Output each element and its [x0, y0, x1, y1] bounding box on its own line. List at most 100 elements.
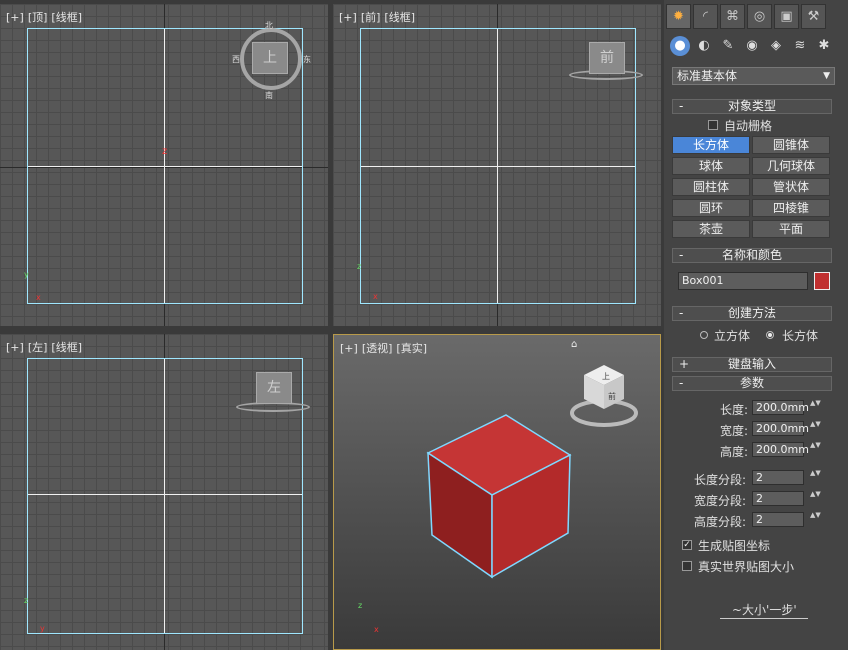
- length-spinner[interactable]: ▲▼: [810, 400, 821, 415]
- rollout-object-type[interactable]: - 对象类型: [672, 99, 832, 114]
- rollout-title: 名称和颜色: [721, 248, 782, 262]
- viewport-front[interactable]: [+] [前] [线框] 前 z x: [333, 4, 661, 326]
- hierarchy-tab-icon[interactable]: ⌘: [720, 4, 745, 29]
- height-segs-label: 高度分段:: [694, 515, 747, 529]
- box-radio[interactable]: [766, 331, 774, 339]
- axis-z-label: z: [357, 262, 362, 271]
- object-color-swatch[interactable]: [814, 272, 830, 290]
- viewport-menu[interactable]: [+]: [339, 11, 357, 24]
- command-tabs: ✹ ◜ ⌘ ◎ ▣ ⚒: [666, 4, 826, 29]
- length-segs-spinner[interactable]: ▲▼: [810, 470, 821, 485]
- collapse-icon: -: [679, 376, 684, 390]
- viewport-shading-mode[interactable]: [线框]: [384, 11, 415, 24]
- shapes-icon[interactable]: ◐: [694, 36, 714, 56]
- cube-radio-label: 立方体: [714, 329, 751, 343]
- collapse-icon: -: [679, 248, 684, 262]
- viewport-view-name[interactable]: [透视]: [362, 342, 393, 355]
- pyramid-button[interactable]: 四棱锥: [752, 199, 830, 217]
- height-field[interactable]: 200.0mm: [752, 442, 809, 457]
- axis-x-label: x: [374, 625, 379, 634]
- viewport-menu[interactable]: [+]: [6, 341, 24, 354]
- width-segs-label: 宽度分段:: [694, 494, 747, 508]
- rollout-parameters[interactable]: - 参数: [672, 376, 832, 391]
- command-panel: ✹ ◜ ⌘ ◎ ▣ ⚒ ● ◐ ✎ ◉ ◈ ≋ ✱ 标准基本体 ▼ - 对象类型…: [664, 0, 848, 650]
- geosphere-button[interactable]: 几何球体: [752, 157, 830, 175]
- viewport-shading-mode[interactable]: [真实]: [396, 342, 427, 355]
- width-label: 宽度:: [720, 424, 749, 438]
- box001-object[interactable]: [424, 411, 574, 581]
- compass-east: 东: [303, 55, 311, 64]
- axis-y-label: y: [24, 270, 29, 279]
- collapse-icon: -: [679, 99, 684, 113]
- primitive-type-dropdown[interactable]: 标准基本体 ▼: [672, 67, 835, 85]
- viewport-perspective[interactable]: [+] [透视] [真实] ⌂ 上 前 z x: [333, 334, 661, 650]
- viewport-top[interactable]: [+] [顶] [线框] 上 北 南 西 东 z y x: [0, 4, 328, 326]
- cube-radio[interactable]: [700, 331, 708, 339]
- viewport-view-name[interactable]: [左]: [28, 341, 48, 354]
- real-world-checkbox[interactable]: [682, 561, 692, 571]
- viewport-shading-mode[interactable]: [线框]: [51, 11, 82, 24]
- tube-button[interactable]: 管状体: [752, 178, 830, 196]
- viewcube[interactable]: 前: [589, 42, 625, 74]
- length-field[interactable]: 200.0mm: [752, 400, 809, 415]
- length-segs-field[interactable]: 2: [752, 470, 804, 485]
- spacewarps-icon[interactable]: ≋: [790, 36, 810, 56]
- viewcube[interactable]: 左: [256, 372, 292, 404]
- create-tab-sun-icon[interactable]: ✹: [666, 4, 691, 29]
- width-segs-spinner[interactable]: ▲▼: [810, 491, 821, 506]
- modify-tab-arc-icon[interactable]: ◜: [693, 4, 718, 29]
- viewport-front-label[interactable]: [+] [前] [线框]: [339, 9, 419, 25]
- torus-button[interactable]: 圆环: [672, 199, 750, 217]
- helpers-icon[interactable]: ◈: [766, 36, 786, 56]
- viewport-shading-mode[interactable]: [线框]: [51, 341, 82, 354]
- width-field[interactable]: 200.0mm: [752, 421, 809, 436]
- viewport-view-name[interactable]: [顶]: [28, 11, 48, 24]
- cone-button[interactable]: 圆锥体: [752, 136, 830, 154]
- width-segs-field[interactable]: 2: [752, 491, 804, 506]
- viewport-left-label[interactable]: [+] [左] [线框]: [6, 339, 86, 355]
- viewcube-front-face: 前: [608, 391, 616, 401]
- width-spinner[interactable]: ▲▼: [810, 421, 821, 436]
- height-segs-spinner[interactable]: ▲▼: [810, 512, 821, 527]
- systems-icon[interactable]: ✱: [814, 36, 834, 56]
- height-segs-field[interactable]: 2: [752, 512, 804, 527]
- autogrid-checkbox[interactable]: [708, 120, 718, 130]
- gen-mapping-label: 生成贴图坐标: [698, 539, 771, 553]
- height-spinner[interactable]: ▲▼: [810, 442, 821, 457]
- watermark-text: ~大小'一步': [732, 603, 797, 617]
- viewport-perspective-label[interactable]: [+] [透视] [真实]: [340, 340, 431, 356]
- geometry-sphere-icon[interactable]: ●: [670, 36, 690, 56]
- box-button[interactable]: 长方体: [672, 136, 750, 154]
- center-line-v: [164, 29, 165, 303]
- viewport-left[interactable]: [+] [左] [线框] 左 z y: [0, 334, 328, 650]
- teapot-button[interactable]: 茶壶: [672, 220, 750, 238]
- chevron-down-icon: ▼: [823, 71, 830, 81]
- sphere-button[interactable]: 球体: [672, 157, 750, 175]
- display-tab-icon[interactable]: ▣: [774, 4, 799, 29]
- home-icon[interactable]: ⌂: [571, 339, 577, 350]
- axis-z-label: z: [24, 596, 29, 605]
- rollout-creation-method[interactable]: - 创建方法: [672, 306, 832, 321]
- motion-tab-icon[interactable]: ◎: [747, 4, 772, 29]
- object-name-field[interactable]: Box001: [678, 272, 808, 290]
- rollout-title: 键盘输入: [727, 357, 776, 371]
- viewport-top-label[interactable]: [+] [顶] [线框]: [6, 9, 86, 25]
- viewport-menu[interactable]: [+]: [340, 342, 358, 355]
- real-world-label: 真实世界贴图大小: [698, 560, 795, 574]
- rollout-name-color[interactable]: - 名称和颜色: [672, 248, 832, 263]
- cameras-icon[interactable]: ◉: [742, 36, 762, 56]
- viewcube[interactable]: 上: [252, 42, 288, 74]
- axis-x-label: x: [373, 292, 378, 301]
- center-line-h: [361, 166, 635, 167]
- lights-icon[interactable]: ✎: [718, 36, 738, 56]
- viewcube-3d[interactable]: 上 前: [568, 361, 658, 435]
- rollout-title: 创建方法: [727, 306, 776, 320]
- gen-mapping-checkbox[interactable]: ✓: [682, 540, 692, 550]
- cylinder-button[interactable]: 圆柱体: [672, 178, 750, 196]
- viewport-menu[interactable]: [+]: [6, 11, 24, 24]
- plane-button[interactable]: 平面: [752, 220, 830, 238]
- viewcube-top-face: 上: [602, 372, 610, 381]
- rollout-keyboard-entry[interactable]: + 键盘输入: [672, 357, 832, 372]
- viewport-view-name[interactable]: [前]: [361, 11, 381, 24]
- utilities-tab-hammer-icon[interactable]: ⚒: [801, 4, 826, 29]
